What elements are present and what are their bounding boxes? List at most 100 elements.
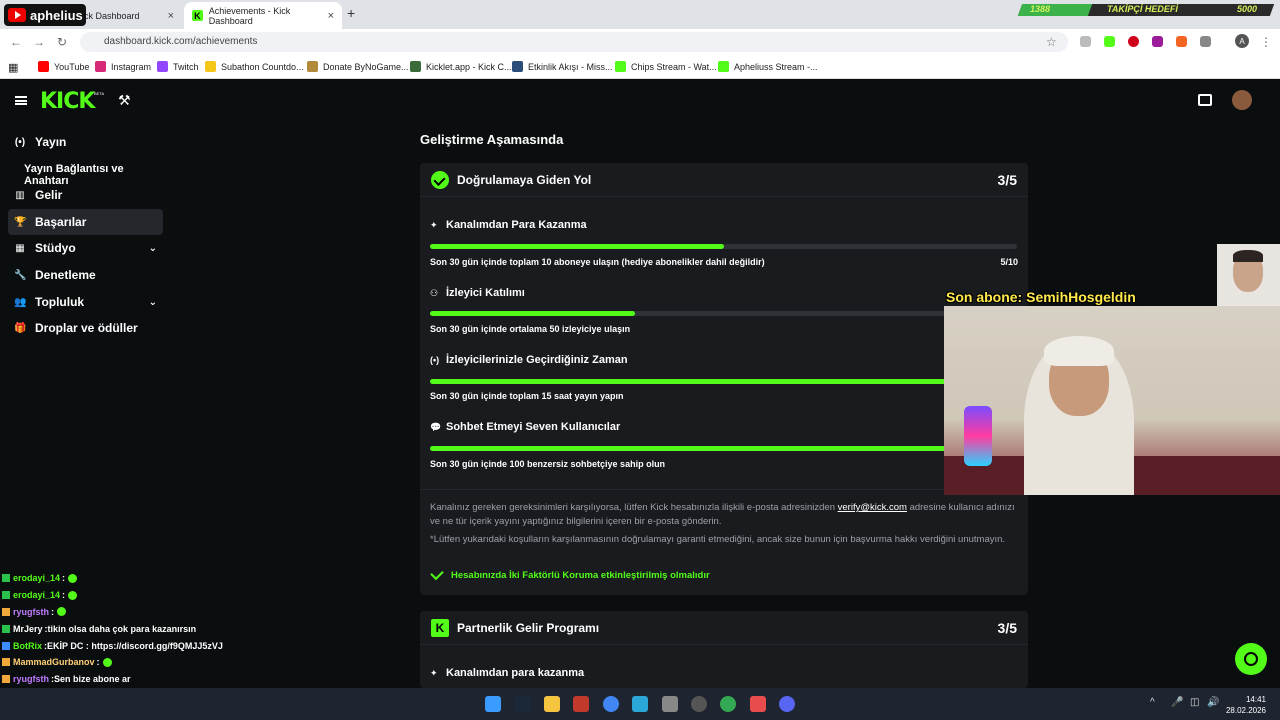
kick-logo[interactable]: KICK	[40, 89, 95, 114]
close-tab-icon[interactable]: ×	[168, 10, 174, 22]
apps-grid-icon[interactable]: ▦	[8, 61, 18, 74]
chat-badge-icon	[2, 641, 10, 650]
system-clock[interactable]: 14:41 28.02.2026	[1226, 694, 1266, 716]
close-tab-icon[interactable]: ×	[328, 10, 334, 22]
chrome-icon[interactable]	[603, 696, 619, 712]
sidebar-item-label: Denetleme	[35, 268, 96, 282]
sidebar-item-topluluk[interactable]: 👥 Topluluk ⌄	[8, 289, 163, 315]
criterion-title-text: İzleyicilerinizle Geçirdiğiniz Zaman	[446, 354, 628, 366]
partner-card-header[interactable]: K Partnerlik Gelir Programı 3/5	[420, 611, 1028, 645]
tab-dashboard[interactable]: ick Dashboard ×	[74, 2, 182, 29]
bookmark-item[interactable]: Chips Stream - Wat...	[615, 61, 717, 72]
sparkle-icon: ✦	[430, 219, 438, 230]
sidebar-item-yayin[interactable]: (•) Yayın	[8, 129, 163, 155]
bookmark-item[interactable]: Etkinlik Akışı - Miss...	[512, 61, 613, 72]
extension-kick-icon[interactable]	[1104, 36, 1115, 47]
app-red-icon[interactable]	[750, 696, 766, 712]
verification-card-header[interactable]: Doğrulamaya Giden Yol 3/5	[420, 163, 1028, 197]
bookmark-item[interactable]: Twitch	[157, 61, 199, 72]
sidebar-item-studyo[interactable]: ▦ Stüdyo ⌄	[8, 235, 163, 261]
bookmark-favicon-icon	[512, 61, 523, 72]
bookmark-item[interactable]: YouTube	[38, 61, 89, 72]
network-icon[interactable]: ◫	[1190, 697, 1199, 708]
sidebar-item-basarilar[interactable]: 🏆 Başarılar	[8, 209, 163, 235]
goal-current: 1388	[1030, 4, 1051, 14]
extension-record-icon[interactable]	[1128, 36, 1139, 47]
chat-emote-icon	[68, 590, 78, 600]
criterion-description: Son 30 gün içinde 100 benzersiz sohbetçi…	[430, 459, 666, 469]
chat-badge-icon	[2, 675, 10, 684]
sidebar-item-droplar[interactable]: 🎁 Droplar ve ödüller	[8, 315, 163, 341]
app-gray-icon[interactable]	[662, 696, 678, 712]
sidebar-item-label: Stüdyo	[35, 241, 76, 255]
chat-username[interactable]: erodayi_14	[13, 573, 60, 583]
bookmark-item[interactable]: Kicklet.app - Kick C...	[410, 61, 512, 72]
forward-icon[interactable]: →	[33, 35, 45, 49]
extensions-puzzle-icon[interactable]	[1200, 36, 1211, 47]
extension-orange-icon[interactable]	[1176, 36, 1187, 47]
bookmark-label: Chips Stream - Wat...	[631, 61, 717, 72]
chat-username[interactable]: BotRix	[13, 641, 42, 651]
extension-shield-icon[interactable]	[1080, 36, 1091, 47]
obs-icon[interactable]	[691, 696, 707, 712]
subscriber-photo	[1217, 244, 1280, 306]
criterion-title: ✦ Kanalımdan Para Kazanma	[430, 219, 587, 231]
sidebar-item-denetleme[interactable]: 🔧 Denetleme	[8, 262, 163, 288]
criterion-title-text: İzleyici Katılımı	[446, 287, 525, 299]
back-icon[interactable]: ←	[10, 35, 22, 49]
sidebar-item-gelir[interactable]: ▥ Gelir	[8, 182, 163, 208]
chat-username[interactable]: ryugfsth	[13, 607, 49, 617]
support-chat-button[interactable]	[1235, 643, 1267, 675]
extension-twitch-icon[interactable]	[1152, 36, 1163, 47]
hammer-icon[interactable]: ⚒	[118, 92, 131, 109]
steam-icon[interactable]	[514, 696, 530, 712]
two-factor-text: Hesabınızda İki Faktörlü Koruma etkinleş…	[451, 569, 710, 581]
bookmark-star-icon[interactable]: ☆	[1046, 35, 1057, 49]
menu-kebab-icon[interactable]: ⋮	[1260, 35, 1272, 49]
check-icon	[430, 566, 444, 581]
criterion-progress-track	[430, 244, 1017, 249]
chat-badge-icon	[2, 607, 10, 616]
microphone-icon[interactable]: 🎤	[1171, 697, 1183, 708]
bookmark-label: Kicklet.app - Kick C...	[426, 61, 512, 72]
verify-email-link[interactable]: verify@kick.com	[838, 502, 907, 513]
bookmark-favicon-icon	[95, 61, 106, 72]
user-avatar[interactable]	[1232, 90, 1252, 110]
chrome-active-icon[interactable]	[720, 696, 736, 712]
kick-favicon-icon: K	[192, 10, 203, 21]
hamburger-menu-icon[interactable]	[15, 96, 27, 105]
tab-achievements[interactable]: K Achievements - Kick Dashboard ×	[184, 2, 342, 29]
file-explorer-icon[interactable]	[544, 696, 560, 712]
chat-emote-icon	[102, 657, 112, 667]
kick-icon: K	[431, 618, 449, 637]
volume-icon[interactable]: 🔊	[1207, 697, 1219, 708]
url-input[interactable]: dashboard.kick.com/achievements	[80, 32, 1068, 52]
chevron-down-icon[interactable]: ⌄	[149, 243, 157, 254]
app-blue-icon[interactable]	[632, 696, 648, 712]
windows-start-icon[interactable]	[485, 696, 501, 712]
bookmark-item[interactable]: Donate ByNoGame...	[307, 61, 409, 72]
bookmark-item[interactable]: Subathon Countdo...	[205, 61, 304, 72]
chat-username[interactable]: ryugfsth	[13, 674, 49, 684]
profile-avatar[interactable]: A	[1235, 34, 1249, 48]
chat-username[interactable]: MammadGurbanov	[13, 657, 95, 667]
new-tab-button[interactable]: +	[347, 5, 355, 21]
sidebar-item-label: Başarılar	[35, 215, 87, 229]
chart-icon: ▥	[15, 189, 25, 201]
discord-icon[interactable]	[779, 696, 795, 712]
studio-icon: ▦	[15, 242, 25, 254]
stream-preview-icon[interactable]	[1198, 94, 1212, 106]
chat-message: MrJery : tikin olsa daha çok para kazanı…	[2, 620, 262, 637]
follower-goal-fill	[1017, 4, 1093, 16]
chat-message: erodayi_14 :	[2, 587, 262, 604]
app-icon[interactable]	[573, 696, 589, 712]
criterion-progress-track	[430, 446, 1017, 451]
bookmark-item[interactable]: Instagram	[95, 61, 151, 72]
chat-text: tikin olsa daha çok para kazanırsın	[47, 623, 197, 634]
tray-chevron-icon[interactable]: ^	[1150, 697, 1155, 708]
chat-username[interactable]: erodayi_14	[13, 590, 60, 600]
bookmark-item[interactable]: Apheliuss Stream -...	[718, 61, 818, 72]
chat-username[interactable]: MrJery	[13, 624, 43, 634]
reload-icon[interactable]: ↻	[57, 35, 67, 49]
chevron-down-icon[interactable]: ⌄	[149, 297, 157, 308]
